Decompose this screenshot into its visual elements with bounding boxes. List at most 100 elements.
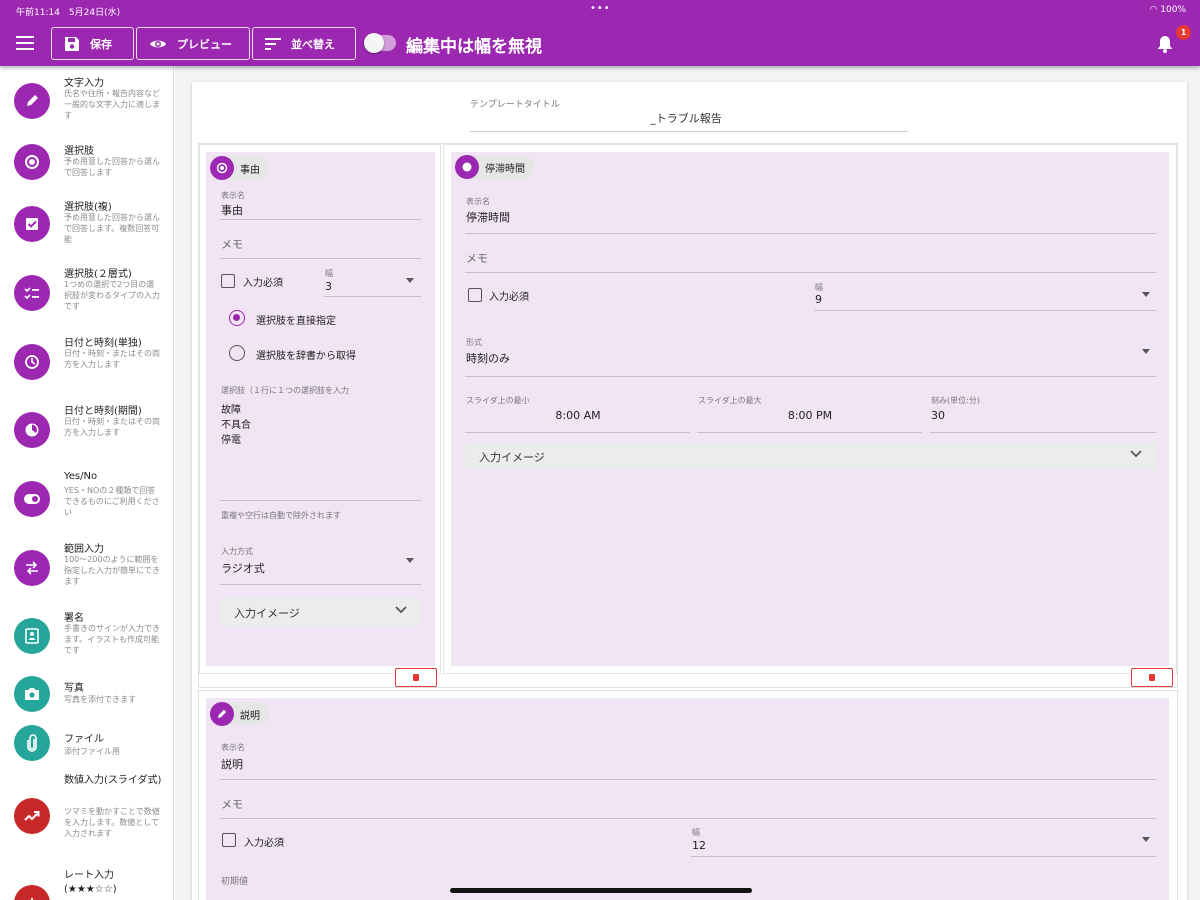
- field-card-setsumei: [206, 698, 1169, 900]
- radio-dictionary-choice[interactable]: [229, 345, 245, 361]
- sort-label: 並べ替え: [291, 37, 335, 51]
- slider-min-label: スライダ上の最小: [466, 396, 530, 405]
- preview-button[interactable]: プレビュー: [136, 27, 250, 60]
- display-name-input[interactable]: 事由: [221, 202, 243, 218]
- sidebar-item-desc: 氏名や住所・報告内容など一般的な文字入力に適します: [64, 89, 160, 120]
- sidebar-item-desc: 添付ファイル用: [64, 747, 120, 756]
- sidebar-item-desc: 100～200のように範囲を指定した入力が簡単にできます: [64, 555, 160, 586]
- eye-icon: [150, 40, 166, 47]
- required-label: 入力必須: [489, 292, 529, 303]
- width-select[interactable]: 12: [692, 839, 706, 852]
- underline: [691, 856, 1156, 857]
- field-chip-jiyuu[interactable]: 事由: [210, 156, 270, 180]
- chip-label: 事由: [240, 164, 260, 176]
- status-bar: 午前11:14 5月24日(水) ••• ◠ 100%: [0, 0, 1200, 20]
- input-image-label: 入力イメージ: [479, 451, 545, 464]
- preview-label: プレビュー: [177, 37, 232, 51]
- signature-icon: [14, 618, 50, 654]
- field-chip-teishi[interactable]: 停滞時間: [455, 155, 535, 179]
- memo-input[interactable]: メモ: [221, 796, 243, 812]
- sidebar-item-title: レート入力(★★★☆☆): [64, 870, 117, 895]
- camera-icon: [14, 676, 50, 712]
- battery-level: 100%: [1160, 5, 1186, 15]
- multitask-dots[interactable]: •••: [590, 3, 611, 14]
- field-chip-setsumei[interactable]: 説明: [210, 702, 270, 726]
- input-image-expander[interactable]: 入力イメージ: [220, 598, 421, 626]
- sidebar-item-title: 写真: [64, 683, 84, 694]
- width-label: 幅: [692, 828, 700, 837]
- delete-field-button[interactable]: [1131, 668, 1173, 687]
- required-label: 入力必須: [244, 838, 284, 849]
- sidebar-item-title: 選択肢(複): [64, 202, 112, 213]
- width-label: 幅: [815, 283, 823, 292]
- underline: [220, 584, 421, 585]
- sidebar-item-title: Yes/No: [64, 471, 98, 482]
- required-label: 入力必須: [243, 278, 283, 289]
- delete-field-button[interactable]: [395, 668, 437, 687]
- input-method-select[interactable]: ラジオ式: [221, 560, 265, 576]
- radio-icon: [210, 156, 234, 180]
- memo-input[interactable]: メモ: [221, 236, 243, 252]
- underline: [220, 258, 421, 259]
- format-select[interactable]: 時刻のみ: [466, 350, 510, 366]
- trash-icon: [1149, 674, 1155, 681]
- underline: [697, 432, 922, 433]
- radio-icon: [14, 144, 50, 180]
- template-title-input[interactable]: _トラブル報告: [470, 110, 908, 132]
- underline: [465, 233, 1156, 234]
- sidebar-item-desc: 予め用意した回答から選んで回答します: [64, 157, 160, 177]
- ignore-width-label: 編集中は幅を無視: [406, 37, 542, 57]
- memo-input[interactable]: メモ: [466, 250, 488, 266]
- sidebar-item-title: 選択肢(２層式): [64, 269, 132, 280]
- swap-icon: [14, 550, 50, 586]
- input-image-expander[interactable]: 入力イメージ: [465, 442, 1156, 470]
- chip-label: 説明: [240, 710, 260, 722]
- sort-button[interactable]: 並べ替え: [252, 27, 356, 60]
- trash-icon: [413, 674, 419, 681]
- status-time: 午前11:14 5月24日(水): [16, 8, 121, 18]
- step-input[interactable]: 30: [931, 409, 945, 422]
- format-label: 形式: [466, 338, 482, 347]
- required-checkbox[interactable]: [221, 274, 235, 288]
- paperclip-icon: [14, 725, 50, 761]
- sidebar-item-title: 日付と時刻(単独): [64, 338, 142, 349]
- sidebar-item-title: 署名: [64, 613, 84, 624]
- checkbox-icon: [14, 206, 50, 242]
- underline: [465, 272, 1156, 273]
- sidebar-item-title: ファイル: [64, 734, 104, 745]
- width-label: 幅: [325, 269, 333, 278]
- chip-label: 停滞時間: [485, 163, 525, 175]
- save-button[interactable]: 保存: [51, 27, 134, 60]
- width-select[interactable]: 3: [325, 280, 332, 293]
- width-select[interactable]: 9: [815, 293, 822, 306]
- sidebar-item-desc: 手書きのサインが入力できます。イラストも作成可能です: [64, 624, 160, 655]
- star-icon: [14, 885, 50, 900]
- underline: [930, 432, 1156, 433]
- sidebar-item-title: 範囲入力: [64, 544, 104, 555]
- clock-range-icon: [14, 412, 50, 448]
- chevron-down-icon: [406, 558, 414, 563]
- radio-icon: [455, 155, 479, 179]
- app-bar: 保存 プレビュー 並べ替え 編集中は幅を無視 1: [0, 20, 1200, 66]
- menu-icon[interactable]: [16, 36, 34, 50]
- default-value-label: 初期値: [221, 877, 249, 887]
- clock-icon: [14, 344, 50, 380]
- bell-icon[interactable]: [1157, 35, 1173, 53]
- field-type-sidebar: 文字入力 氏名や住所・報告内容など一般的な文字入力に適します 選択肢 予め用意し…: [0, 66, 174, 900]
- home-indicator[interactable]: [450, 888, 752, 893]
- slider-max-input[interactable]: 8:00 PM: [698, 409, 922, 422]
- display-name-label: 表示名: [466, 197, 490, 206]
- radio-direct-choice[interactable]: [229, 310, 245, 326]
- slider-min-input[interactable]: 8:00 AM: [466, 409, 690, 422]
- ignore-width-toggle[interactable]: [364, 33, 396, 53]
- underline: [465, 432, 690, 433]
- required-checkbox[interactable]: [222, 833, 236, 847]
- chevron-down-icon: [1142, 837, 1150, 842]
- display-name-input[interactable]: 説明: [221, 756, 243, 772]
- display-name-input[interactable]: 停滞時間: [466, 209, 510, 225]
- choices-label: 選択肢（１行に１つの選択肢を入力: [221, 386, 349, 395]
- required-checkbox[interactable]: [468, 288, 482, 302]
- sidebar-item-desc: YES・NOの２種類で回答できるものにご利用ください: [64, 486, 160, 517]
- sidebar-item-desc: 写真を添付できます: [64, 695, 136, 704]
- checklist-icon: [14, 275, 50, 311]
